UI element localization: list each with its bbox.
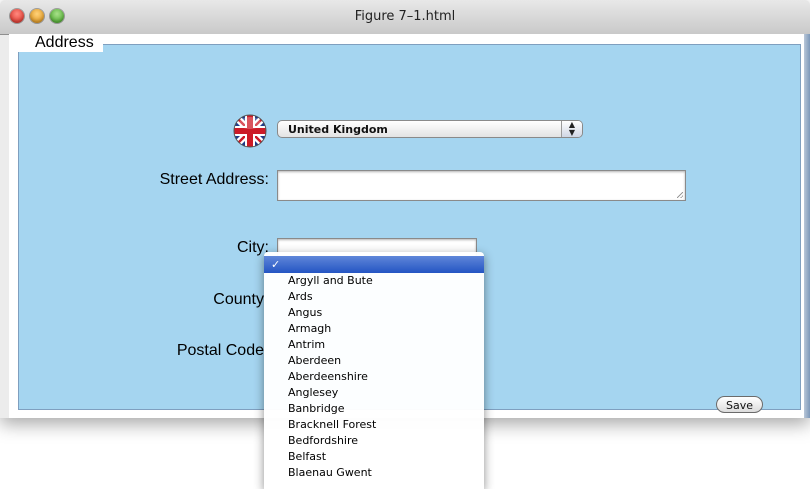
county-option[interactable]: Argyll and Bute bbox=[264, 273, 484, 289]
county-option[interactable]: Armagh bbox=[264, 321, 484, 337]
county-label: County bbox=[213, 291, 264, 308]
country-select[interactable]: United Kingdom ▲ ▼ bbox=[277, 120, 583, 138]
county-option-selected[interactable]: ✓ bbox=[264, 256, 484, 273]
county-option[interactable]: Antrim bbox=[264, 337, 484, 353]
checkmark-icon: ✓ bbox=[271, 258, 281, 271]
county-option[interactable]: Banbridge bbox=[264, 401, 484, 417]
page-scrollbar[interactable] bbox=[804, 34, 810, 418]
city-label: City: bbox=[237, 239, 269, 256]
resize-grip-icon[interactable] bbox=[677, 192, 683, 198]
county-option[interactable]: Ards bbox=[264, 289, 484, 305]
select-arrows-icon: ▲ ▼ bbox=[561, 121, 582, 137]
county-option[interactable]: Bracknell Forest bbox=[264, 417, 484, 433]
county-option-list: Argyll and Bute Ards Angus Armagh Antrim Aber… bbox=[264, 273, 484, 481]
country-select-value: United Kingdom bbox=[288, 123, 388, 136]
county-option[interactable]: Aberdeenshire bbox=[264, 369, 484, 385]
postal-code-label: Postal Code bbox=[176, 342, 264, 359]
window-title: Figure 7–1.html bbox=[354, 9, 456, 24]
county-option[interactable]: Angus bbox=[264, 305, 484, 321]
address-legend: Address bbox=[33, 34, 96, 52]
uk-flag-icon bbox=[233, 114, 267, 148]
county-option[interactable]: Aberdeen bbox=[264, 353, 484, 369]
street-address-label: Street Address: bbox=[159, 171, 269, 188]
county-option[interactable]: Bedfordshire bbox=[264, 433, 484, 449]
county-dropdown[interactable]: ✓ Argyll and Bute Ards Angus Armagh Antrim Ab… bbox=[264, 252, 484, 489]
county-option[interactable]: Blaenau Gwent bbox=[264, 465, 484, 481]
title-bar: Figure 7–1.html bbox=[0, 0, 810, 35]
county-option[interactable]: Belfast bbox=[264, 449, 484, 465]
save-button[interactable]: Save bbox=[716, 396, 763, 413]
county-option[interactable]: Anglesey bbox=[264, 385, 484, 401]
street-address-field[interactable] bbox=[277, 170, 686, 201]
